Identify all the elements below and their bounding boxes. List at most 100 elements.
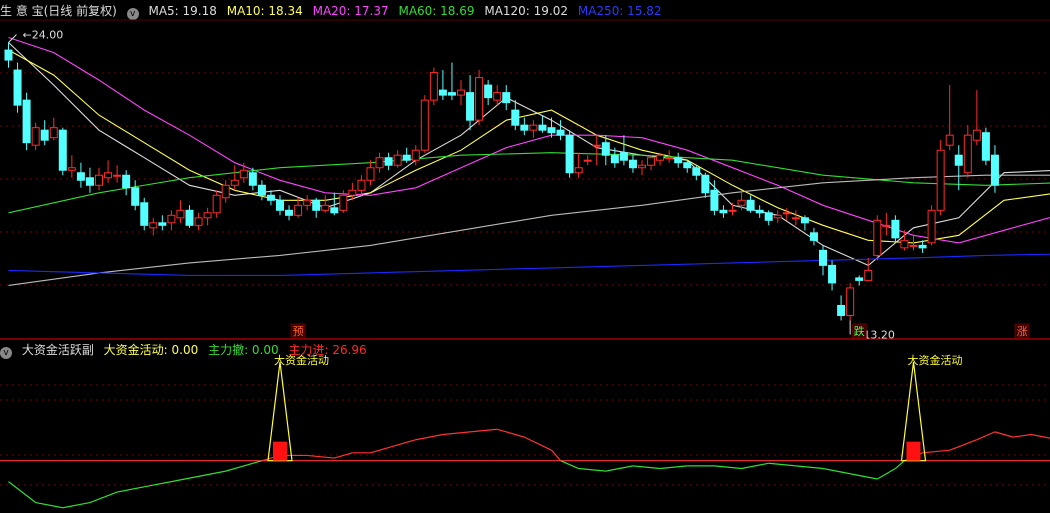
main-force-segment	[171, 475, 199, 483]
candle	[158, 215, 167, 231]
candle	[285, 205, 294, 221]
candle	[185, 205, 194, 228]
candle-body	[647, 157, 656, 166]
candle	[22, 92, 31, 151]
candle	[638, 160, 646, 176]
main-force-segment	[795, 465, 824, 470]
candle	[384, 152, 393, 171]
candle	[321, 195, 330, 213]
candle	[230, 165, 239, 191]
candle	[990, 145, 999, 193]
candle	[773, 210, 782, 223]
candle-body	[855, 277, 864, 281]
candle-body	[285, 209, 294, 216]
candle-body	[402, 154, 411, 161]
candle-body	[683, 162, 692, 169]
candle-body	[791, 217, 800, 220]
candle-body	[601, 142, 610, 156]
candle	[864, 257, 873, 281]
candle-body	[737, 199, 746, 206]
candle-body	[692, 167, 701, 176]
candle-body	[104, 172, 113, 179]
candle-body	[140, 202, 149, 226]
candle	[755, 205, 764, 218]
candle	[493, 85, 502, 106]
main-force-segment	[35, 501, 63, 509]
candle-body	[484, 84, 493, 99]
candle-body	[945, 134, 954, 146]
candle-body	[746, 199, 755, 211]
candle	[927, 205, 936, 246]
candle-body	[701, 174, 710, 194]
candle	[484, 80, 493, 106]
main-force-segment	[876, 467, 896, 480]
candle-body	[393, 154, 402, 166]
candle-body	[312, 199, 321, 211]
candle-body	[31, 127, 40, 146]
main-force-segment	[62, 501, 91, 509]
candle-body	[936, 149, 945, 211]
candle	[891, 215, 900, 243]
candle-body	[230, 179, 239, 186]
candle	[113, 165, 122, 183]
big-money-label: 大资金活动	[908, 353, 963, 367]
main-force-segment	[524, 436, 552, 451]
candle	[565, 130, 574, 178]
candle-body	[429, 72, 438, 101]
candle-body	[321, 204, 330, 211]
candle-body	[366, 167, 375, 181]
candle-body	[719, 209, 728, 214]
candle	[719, 205, 728, 218]
candle-body	[212, 194, 221, 214]
main-force-segment	[741, 462, 769, 470]
candle-body	[475, 77, 484, 121]
candle-body	[619, 152, 628, 161]
ma60-line	[8, 152, 1050, 214]
candle-body	[58, 129, 67, 171]
candle-body	[167, 214, 176, 224]
candle-body	[610, 154, 619, 164]
candle-body	[357, 179, 366, 191]
candle-body	[348, 189, 357, 196]
candle	[972, 90, 981, 146]
candle-body	[954, 154, 963, 166]
candle-body	[375, 157, 384, 169]
signal-marker-label: 跌	[854, 324, 865, 338]
candle	[312, 197, 321, 218]
candle	[529, 120, 538, 138]
candle	[140, 197, 149, 231]
candle	[49, 117, 58, 141]
candle-body	[239, 169, 248, 179]
main-force-segment	[116, 486, 145, 493]
candle-body	[828, 264, 837, 284]
candle-body	[583, 159, 592, 162]
candle-body	[628, 159, 637, 169]
candle	[457, 80, 465, 106]
candle-body	[113, 174, 122, 177]
candle	[647, 155, 656, 171]
main-force-segment	[89, 491, 118, 504]
candle-body	[276, 199, 284, 211]
candle-body	[22, 99, 31, 144]
candle	[701, 172, 710, 198]
main-force-segment	[714, 465, 742, 470]
signal-marker: 预	[290, 323, 306, 339]
candle	[366, 160, 375, 186]
candle	[963, 125, 972, 178]
candle-body	[221, 184, 230, 199]
candle-body	[538, 124, 547, 131]
candle-body	[728, 209, 737, 212]
main-force-segment	[469, 428, 498, 433]
candle	[846, 282, 855, 321]
candle	[276, 195, 284, 216]
candle-body	[990, 154, 999, 186]
candle-body	[972, 129, 981, 141]
main-force-segment	[388, 439, 416, 449]
candle	[212, 190, 221, 218]
main-force-segment	[415, 433, 444, 441]
candle	[13, 62, 22, 113]
candle	[936, 140, 945, 216]
candle	[176, 200, 185, 223]
candle-body	[149, 222, 158, 229]
candle-body	[529, 124, 538, 131]
